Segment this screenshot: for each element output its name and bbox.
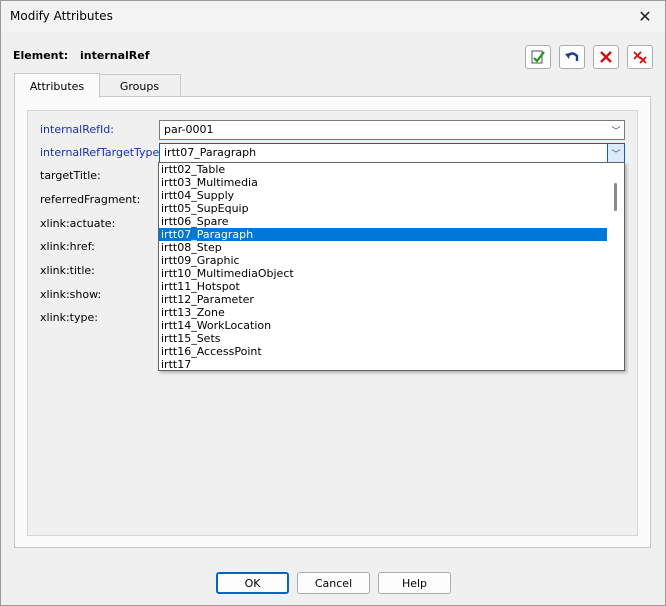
label-xlink-show: xlink:show: <box>40 288 102 301</box>
tab-groups[interactable]: Groups <box>98 74 181 97</box>
delete-all-icon <box>633 51 647 64</box>
dropdown-option[interactable]: irtt12_Parameter <box>159 293 607 306</box>
internalrefid-combo[interactable]: par-0001 ﹀ <box>159 120 625 140</box>
dropdown-option[interactable]: irtt14_WorkLocation <box>159 319 607 332</box>
dropdown-option[interactable]: irtt09_Graphic <box>159 254 607 267</box>
dropdown-options: irtt02_Table irtt03_Multimedia irtt04_Supp… <box>159 163 607 370</box>
dropdown-option[interactable]: irtt13_Zone <box>159 306 607 319</box>
close-button[interactable]: ✕ <box>625 1 665 32</box>
internalreftargettype-value: irtt07_Paragraph <box>164 146 257 159</box>
targettype-dropdown-list[interactable]: irtt02_Table irtt03_Multimedia irtt04_Supp… <box>158 162 625 371</box>
ok-button[interactable]: OK <box>216 572 289 594</box>
dropdown-option[interactable]: irtt02_Table <box>159 163 607 176</box>
element-heading: Element: internalRef <box>13 49 150 62</box>
undo-button[interactable] <box>559 45 585 69</box>
apply-check-icon <box>531 50 545 64</box>
dropdown-option[interactable]: irtt08_Step <box>159 241 607 254</box>
undo-icon <box>565 52 579 61</box>
delete-all-button[interactable] <box>627 45 653 69</box>
dropdown-option[interactable]: irtt16_AccessPoint <box>159 345 607 358</box>
delete-button[interactable] <box>593 45 619 69</box>
dropdown-option[interactable]: irtt17 <box>159 358 607 370</box>
chevron-down-icon[interactable]: ﹀ <box>607 144 624 162</box>
element-label: Element: <box>13 49 69 62</box>
delete-red-x-icon <box>600 51 612 63</box>
label-xlink-actuate: xlink:actuate: <box>40 217 116 230</box>
scrollbar-thumb[interactable] <box>614 183 617 211</box>
dropdown-option[interactable]: irtt11_Hotspot <box>159 280 607 293</box>
dropdown-option[interactable]: irtt07_Paragraph <box>159 228 607 241</box>
cancel-button[interactable]: Cancel <box>297 572 370 594</box>
dropdown-option[interactable]: irtt15_Sets <box>159 332 607 345</box>
dropdown-option[interactable]: irtt03_Multimedia <box>159 176 607 189</box>
label-xlink-href: xlink:href: <box>40 240 95 253</box>
modify-attributes-dialog: Modify Attributes ✕ Element: internalRef… <box>0 0 666 606</box>
apply-button[interactable] <box>525 45 551 69</box>
window-title: Modify Attributes <box>10 9 113 23</box>
close-icon: ✕ <box>638 7 652 26</box>
internalreftargettype-combo[interactable]: irtt07_Paragraph ﹀ <box>159 143 625 163</box>
label-targettitle: targetTitle: <box>40 169 101 182</box>
chevron-down-icon[interactable]: ﹀ <box>608 121 624 139</box>
tab-attributes[interactable]: Attributes <box>14 73 100 98</box>
label-internalrefid: internalRefId: <box>40 123 114 136</box>
label-xlink-title: xlink:title: <box>40 264 95 277</box>
internalrefid-value: par-0001 <box>164 123 214 136</box>
label-internalreftargettype: internalRefTargetType: <box>40 146 163 159</box>
dropdown-option[interactable]: irtt04_Supply <box>159 189 607 202</box>
title-bar: Modify Attributes ✕ <box>1 1 665 32</box>
dropdown-option[interactable]: irtt10_MultimediaObject <box>159 267 607 280</box>
label-xlink-type: xlink:type: <box>40 311 98 324</box>
element-name: internalRef <box>80 49 150 62</box>
dropdown-option[interactable]: irtt05_SupEquip <box>159 202 607 215</box>
dropdown-option[interactable]: irtt06_Spare <box>159 215 607 228</box>
help-button[interactable]: Help <box>378 572 451 594</box>
dropdown-scrollbar[interactable] <box>608 163 624 370</box>
label-referredfragment: referredFragment: <box>40 193 141 206</box>
